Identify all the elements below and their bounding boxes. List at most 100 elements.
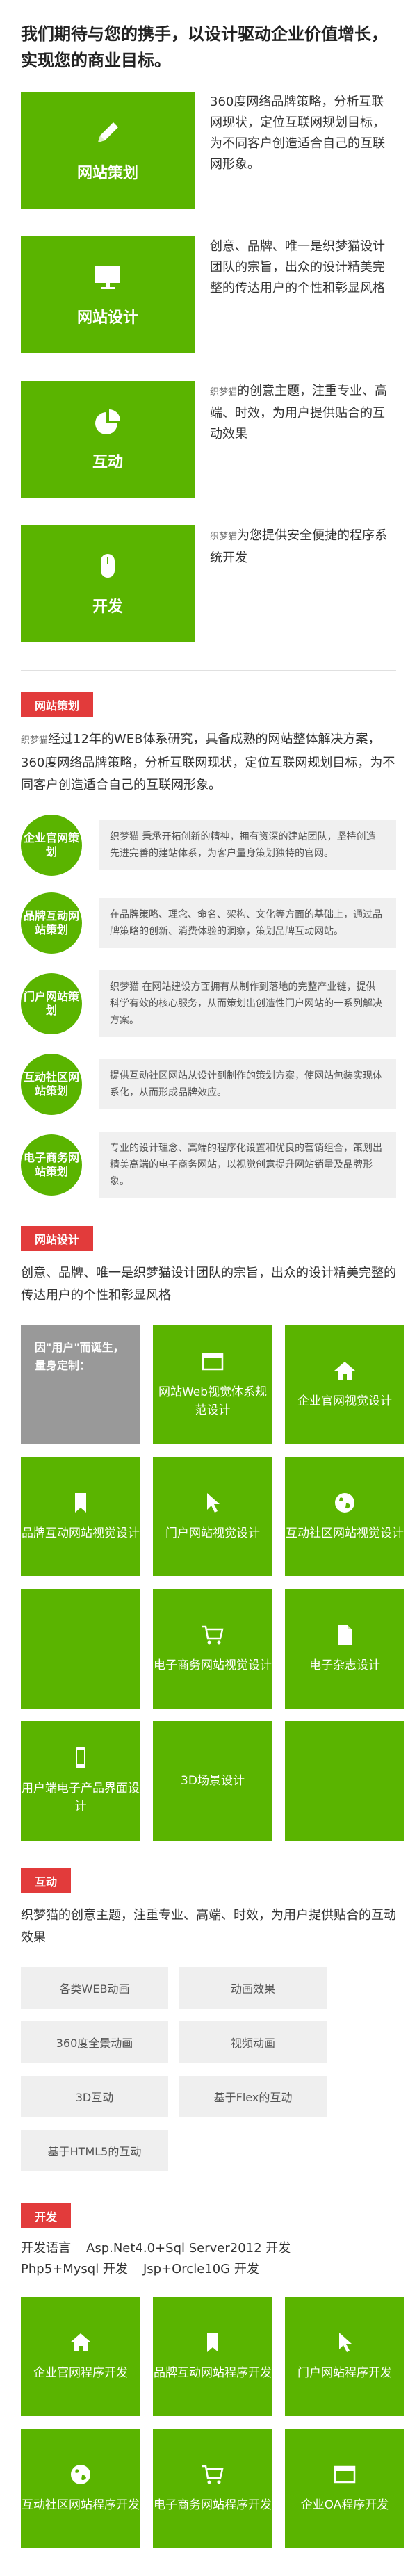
development-cell-label: 电子商务网站程序开发 <box>154 2498 272 2512</box>
development-cell[interactable]: 互动社区网站程序开发 <box>21 2429 140 2548</box>
dev-lang-item: Asp.Net4.0+Sql Server2012 开发 <box>86 2241 291 2256</box>
development-cell-label: 企业OA程序开发 <box>300 2498 389 2512</box>
planning-intro: 织梦猫经过12年的WEB体系研究，具备成熟的网站整体解决方案，360度网络品牌策… <box>21 732 395 792</box>
interaction-tags: 各类WEB动画 动画效果 360度全景动画 视频动画 3D互动 基于Flex的互… <box>21 1967 396 2171</box>
planning-item[interactable]: 门户网站策划 织梦猫 在网站建设方面拥有从制作到落地的完整产业链，提供科学有效的… <box>21 970 396 1037</box>
service-box[interactable]: 开发 <box>21 525 195 642</box>
development-cell-label: 企业官网程序开发 <box>33 2366 128 2380</box>
brand-name: 织梦猫 <box>210 387 238 398</box>
section-tag-interaction: 互动 <box>21 1868 72 1893</box>
page-title: 我们期待与您的携手，以设计驱动企业价值增长，实现您的商业目标。 <box>21 24 388 70</box>
design-cell[interactable]: 网站Web视觉体系规范设计 <box>153 1325 272 1444</box>
design-cell-label: 电子商务网站视觉设计 <box>154 1658 272 1672</box>
design-cell[interactable]: 门户网站视觉设计 <box>153 1457 272 1576</box>
service-box[interactable]: 网站设计 <box>21 236 195 353</box>
design-cell-label: 3D场景设计 <box>181 1774 245 1788</box>
document-icon <box>338 1625 352 1645</box>
design-intro: 创意、品牌、唯一是织梦猫设计团队的宗旨，出众的设计精美完整的传达用户的个性和彰显… <box>21 1266 396 1303</box>
cart-icon <box>202 1625 224 1645</box>
globe-icon <box>71 2465 90 2484</box>
development-cell[interactable]: 电子商务网站程序开发 <box>153 2429 272 2548</box>
design-cell-label: 企业官网视觉设计 <box>297 1394 392 1408</box>
service-description: 创意、品牌、唯一是织梦猫设计团队的宗旨，出众的设计精美完整的传达用户的个性和彰显… <box>210 239 385 295</box>
design-cell[interactable]: 互动社区网站视觉设计 <box>285 1457 404 1576</box>
section-tag-planning: 网站策划 <box>21 692 94 717</box>
planning-card: 织梦猫 秉承开拓创新的精神，拥有资深的建站团队，坚持创造先进完善的建站体系，为客… <box>99 820 396 870</box>
planning-circle: 门户网站策划 <box>21 973 82 1034</box>
cursor-icon <box>339 2333 352 2352</box>
browser-icon <box>202 1353 224 1371</box>
interaction-tag[interactable]: 360度全景动画 <box>21 2021 168 2063</box>
bookmark-icon <box>75 1493 86 1513</box>
development-cell[interactable]: 企业OA程序开发 <box>285 2429 404 2548</box>
interaction-tag[interactable]: 动画效果 <box>179 1967 327 2009</box>
service-label: 网站设计 <box>76 309 138 327</box>
development-cell[interactable]: 门户网站程序开发 <box>285 2297 404 2416</box>
brand-name: 织梦猫 <box>210 532 238 542</box>
service-label: 互动 <box>92 454 123 471</box>
cursor-icon <box>207 1493 220 1513</box>
design-grid: 因"用户"而诞生，量身定制： 网站Web视觉体系规范设计 企业官网视觉设计 品牌… <box>21 1325 404 1841</box>
monitor-icon <box>95 266 120 289</box>
planning-circle: 企业官网策划 <box>21 815 82 876</box>
service-box[interactable]: 互动 <box>21 381 195 498</box>
home-icon <box>70 2333 91 2351</box>
design-cell-empty <box>285 1721 404 1841</box>
design-cell[interactable]: 3D场景设计 <box>153 1721 272 1841</box>
service-development[interactable]: 开发 织梦猫为您提供安全便捷的程序系统开发 <box>21 525 396 642</box>
development-cell-label: 门户网站程序开发 <box>297 2366 392 2380</box>
development-cell-label: 品牌互动网站程序开发 <box>154 2366 272 2380</box>
design-cell-label: 门户网站视觉设计 <box>165 1526 260 1540</box>
design-cell[interactable]: 企业官网视觉设计 <box>285 1325 404 1444</box>
interaction-tag[interactable]: 视频动画 <box>179 2021 327 2063</box>
design-cell-empty <box>21 1589 140 1709</box>
design-cell[interactable]: 电子商务网站视觉设计 <box>153 1589 272 1709</box>
planning-item[interactable]: 互动社区网站策划 提供互动社区网站从设计到制作的策划方案，使网站包装实现体系化，… <box>21 1054 396 1115</box>
section-tag-design: 网站设计 <box>21 1226 94 1251</box>
design-cell[interactable]: 用户端电子产品界面设计 <box>21 1721 140 1841</box>
development-cell-label: 互动社区网站程序开发 <box>22 2498 140 2512</box>
development-cell[interactable]: 企业官网程序开发 <box>21 2297 140 2416</box>
development-cell[interactable]: 品牌互动网站程序开发 <box>153 2297 272 2416</box>
interaction-tag[interactable]: 各类WEB动画 <box>21 1967 168 2009</box>
service-planning[interactable]: 网站策划 360度网络品牌策略，分析互联网现状，定位互联网规划目标，为不同客户创… <box>21 92 396 209</box>
service-description: 织梦猫为您提供安全便捷的程序系统开发 <box>210 528 388 565</box>
design-cell[interactable]: 品牌互动网站视觉设计 <box>21 1457 140 1576</box>
planning-item[interactable]: 电子商务网站策划 专业的设计理念、高端的程序化设置和优良的营销组合，策划出精美高… <box>21 1132 396 1198</box>
design-cell[interactable]: 电子杂志设计 <box>285 1589 404 1709</box>
planning-circle: 电子商务网站策划 <box>21 1134 82 1196</box>
interaction-tag[interactable]: 3D互动 <box>21 2076 168 2117</box>
brand-name: 织梦猫 <box>21 735 49 746</box>
planning-item[interactable]: 企业官网策划 织梦猫 秉承开拓创新的精神，拥有资深的建站团队，坚持创造先进完善的… <box>21 815 396 876</box>
planning-circle: 互动社区网站策划 <box>21 1054 82 1115</box>
service-description: 360度网络品牌策略，分析互联网现状，定位互联网规划目标，为不同客户创造适合自己… <box>210 95 385 172</box>
dev-lang-item: Php5+Mysql 开发 <box>21 2262 128 2276</box>
design-cell-label: 电子杂志设计 <box>309 1658 380 1672</box>
planning-card: 提供互动社区网站从设计到制作的策划方案，使网站包装实现体系化，从而形成品牌效应。 <box>99 1059 396 1109</box>
phone-icon <box>76 1747 85 1768</box>
service-label: 开发 <box>92 598 123 616</box>
interaction-tag[interactable]: 基于HTML5的互动 <box>21 2130 168 2171</box>
page: 我们期待与您的携手，以设计驱动企业价值增长，实现您的商业目标。 网站策划 360… <box>0 21 417 2548</box>
planning-card: 在品牌策略、理念、命名、架构、文化等方面的基础上，通过品牌策略的创新、消费体验的… <box>99 898 396 948</box>
globe-icon <box>335 1493 354 1513</box>
development-grid: 企业官网程序开发 品牌互动网站程序开发 门户网站程序开发 互动社区网站程序开发 … <box>21 2297 404 2548</box>
service-interaction[interactable]: 互动 织梦猫的创意主题，注重专业、高端、时效，为用户提供贴合的互动效果 <box>21 381 396 498</box>
design-cell-label: 用户端电子产品界面设计 <box>22 1782 140 1813</box>
service-design[interactable]: 网站设计 创意、品牌、唯一是织梦猫设计团队的宗旨，出众的设计精美完整的传达用户的… <box>21 236 396 353</box>
home-icon <box>334 1362 355 1380</box>
design-cell-label: 网站Web视觉体系规范设计 <box>158 1385 268 1417</box>
planning-item[interactable]: 品牌互动网站策划 在品牌策略、理念、命名、架构、文化等方面的基础上，通过品牌策略… <box>21 892 396 954</box>
design-lead-cell: 因"用户"而诞生，量身定制： <box>21 1325 140 1444</box>
service-box[interactable]: 网站策划 <box>21 92 195 209</box>
piechart-icon <box>95 409 120 434</box>
service-description: 织梦猫的创意主题，注重专业、高端、时效，为用户提供贴合的互动效果 <box>210 384 388 441</box>
service-label: 网站策划 <box>76 165 138 182</box>
design-cell-label: 品牌互动网站视觉设计 <box>22 1526 140 1540</box>
bookmark-icon <box>207 2333 218 2352</box>
interaction-tag[interactable]: 基于Flex的互动 <box>179 2076 327 2117</box>
interaction-intro: 织梦猫的创意主题，注重专业、高端、时效，为用户提供贴合的互动效果 <box>21 1908 396 1945</box>
planning-card: 专业的设计理念、高端的程序化设置和优良的营销组合，策划出精美高端的电子商务网站，… <box>99 1132 396 1198</box>
cart-icon <box>202 2465 224 2484</box>
dev-lang-heading: 开发语言 <box>21 2241 71 2256</box>
